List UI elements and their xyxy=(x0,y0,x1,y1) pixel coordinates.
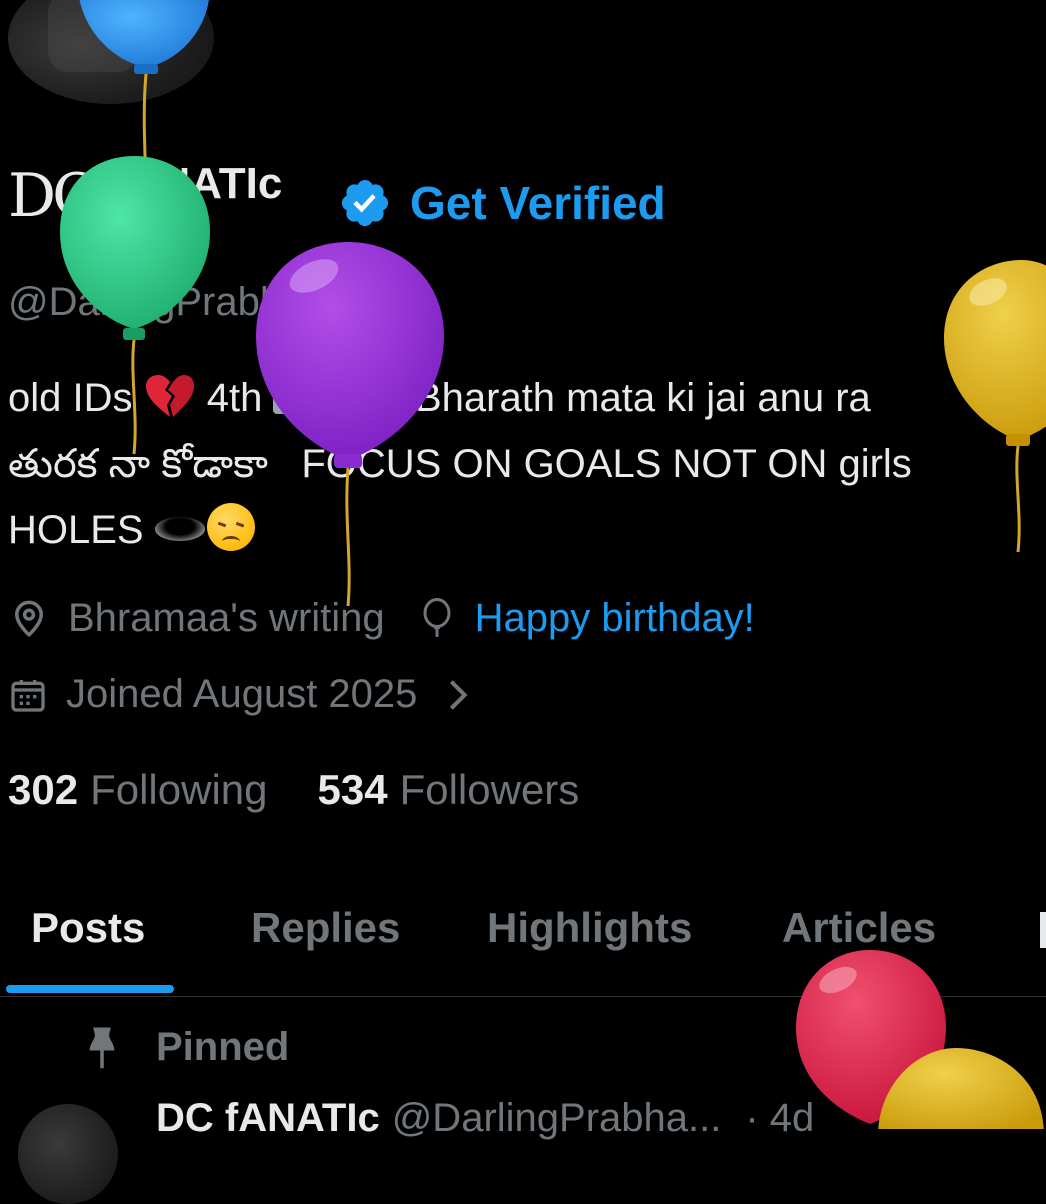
yellow-balloon-2-icon xyxy=(878,1048,1044,1129)
pin-icon xyxy=(89,1027,115,1069)
profile-bio: old IDs 4th I'd Bharath mata ki jai anu … xyxy=(8,366,1008,564)
followers-link[interactable]: 534 Followers xyxy=(318,766,580,814)
post-author-name[interactable]: DC fANATIc xyxy=(156,1096,380,1141)
birthday-link[interactable]: Happy birthday! xyxy=(475,596,755,641)
id-card-icon xyxy=(273,384,324,414)
broken-heart-icon xyxy=(145,375,194,417)
verified-badge-icon[interactable] xyxy=(338,176,392,230)
following-count: 302 xyxy=(8,766,79,813)
sad-face-icon xyxy=(206,503,255,551)
location-text: Bhramaa's writing xyxy=(68,596,385,640)
active-tab-indicator xyxy=(6,985,174,993)
follow-stats: 302 Following 534 Followers xyxy=(8,766,579,814)
bio-line-3: HOLES xyxy=(8,498,1008,564)
name-logo: DC xyxy=(8,161,98,231)
bio-text: తురక నా కోడాకా xyxy=(8,442,268,486)
tab-highlights[interactable]: Highlights xyxy=(487,904,692,952)
profile-handle: @DarlingPrabha_7 xyxy=(8,280,349,324)
red-balloon-icon xyxy=(796,950,946,1124)
post-author-handle: @DarlingPrabha... xyxy=(391,1096,722,1140)
bio-text: I'd xyxy=(340,376,382,420)
location-row: Bhramaa's writing Happy birthday! xyxy=(8,596,755,641)
tab-articles[interactable]: Articles xyxy=(782,904,936,952)
bio-text: HOLES xyxy=(8,508,144,552)
bio-text: old IDs xyxy=(8,376,133,420)
following-link[interactable]: 302 Following xyxy=(8,766,268,814)
tabs-divider xyxy=(0,996,1046,997)
get-verified-link[interactable]: Get Verified xyxy=(410,178,666,229)
bio-line-1: old IDs 4th I'd Bharath mata ki jai anu … xyxy=(8,366,1008,432)
post-avatar[interactable] xyxy=(18,1104,118,1204)
tab-more-edge[interactable] xyxy=(1040,912,1046,948)
bio-text: Bharath mata ki jai anu ra xyxy=(414,376,871,420)
tab-posts[interactable]: Posts xyxy=(31,904,145,952)
joined-row[interactable]: Joined August 2025 xyxy=(8,672,473,717)
balloon-icon xyxy=(423,597,451,637)
location-pin-icon xyxy=(14,600,44,637)
post-time: · 4d xyxy=(745,1096,815,1140)
name-text: fANATIc xyxy=(112,159,283,208)
bio-text: 4th xyxy=(206,376,263,420)
following-label: Following xyxy=(90,766,268,813)
joined-text: Joined August 2025 xyxy=(66,672,418,716)
bio-text: FOCUS ON GOALS NOT ON girls xyxy=(301,442,912,486)
bio-line-2: తురక నా కోడాకా FOCUS ON GOALS NOT ON gir… xyxy=(8,432,1008,498)
hole-icon xyxy=(154,517,205,541)
calendar-icon xyxy=(11,679,45,712)
display-name: DC fANATIc xyxy=(8,161,282,231)
chevron-right-icon xyxy=(450,679,468,710)
pinned-label: Pinned xyxy=(156,1024,290,1069)
tab-replies[interactable]: Replies xyxy=(251,904,400,952)
followers-count: 534 xyxy=(317,766,388,813)
followers-label: Followers xyxy=(399,766,580,813)
post-header: DC fANATIc @DarlingPrabha... · 4d xyxy=(156,1096,814,1141)
pinned-row: Pinned xyxy=(84,1024,289,1070)
profile-avatar[interactable] xyxy=(8,0,214,104)
